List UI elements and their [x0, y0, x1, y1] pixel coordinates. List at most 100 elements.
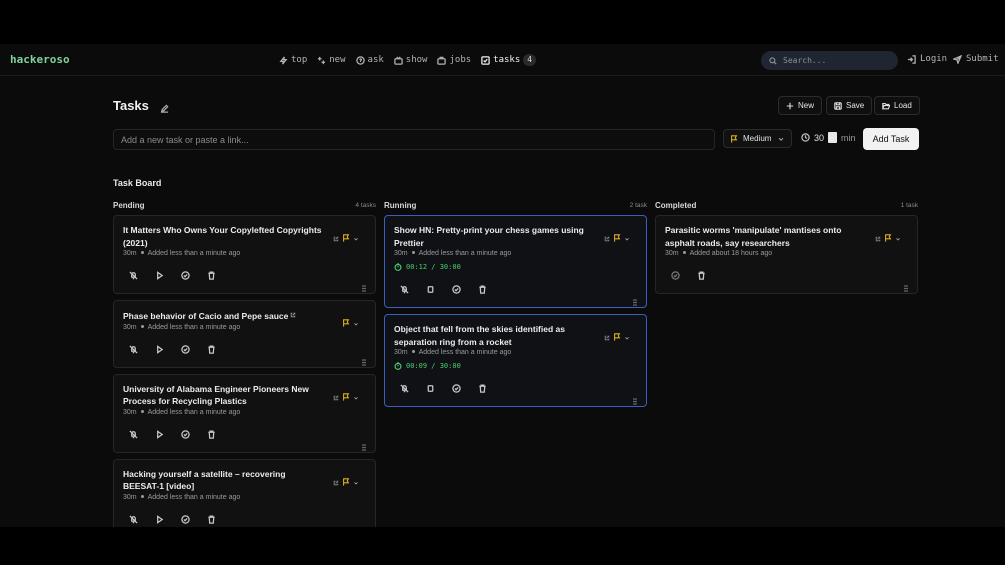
task-priority[interactable]: [333, 229, 359, 247]
start-button[interactable]: [155, 341, 164, 359]
task-priority[interactable]: [604, 229, 630, 247]
flag-icon: [614, 234, 621, 242]
login-link[interactable]: Login: [907, 54, 947, 64]
duration-value[interactable]: 30: [814, 133, 824, 143]
grip-icon: [633, 299, 637, 306]
chevron-down-icon: [354, 238, 358, 241]
trash-icon: [208, 271, 215, 280]
folder-open-icon: [882, 102, 890, 109]
delete-button[interactable]: [207, 511, 216, 528]
chevron-down-icon: [778, 137, 784, 141]
completed-indicator: [671, 267, 680, 285]
task-priority[interactable]: [333, 388, 359, 406]
complete-button[interactable]: [181, 341, 190, 359]
play-icon: [157, 344, 164, 354]
search-icon: [769, 56, 777, 65]
zap-icon: [279, 56, 288, 64]
external-link-icon: [333, 395, 339, 400]
nav-new[interactable]: new: [317, 54, 346, 66]
flag-icon: [885, 234, 892, 242]
mute-button[interactable]: [400, 281, 409, 299]
drag-handle[interactable]: [362, 353, 366, 366]
task-priority[interactable]: [604, 328, 630, 346]
bell-off-icon: [129, 271, 138, 280]
search-box[interactable]: [761, 51, 898, 70]
task-priority[interactable]: [342, 314, 359, 332]
delete-button[interactable]: [207, 426, 216, 444]
start-button[interactable]: [155, 267, 164, 285]
check-square-icon: [481, 55, 490, 65]
grip-icon: [904, 285, 908, 292]
task-meta: 30m Added about 18 hours ago: [665, 250, 773, 257]
priority-select[interactable]: Medium: [723, 129, 792, 148]
mute-button[interactable]: [129, 511, 138, 528]
stop-icon: [427, 286, 434, 293]
complete-button[interactable]: [452, 281, 461, 299]
trash-icon: [698, 271, 705, 280]
nav-show[interactable]: show: [394, 54, 427, 66]
task-card[interactable]: Show HN: Pretty-print your chess games u…: [384, 215, 647, 308]
complete-button[interactable]: [181, 426, 190, 444]
nav-top[interactable]: top: [279, 54, 307, 66]
trash-icon: [479, 384, 486, 393]
edit-title-button[interactable]: [160, 100, 169, 113]
task-card[interactable]: Hacking yourself a satellite – recoverin…: [113, 458, 376, 528]
task-actions: [123, 426, 366, 444]
external-link-icon: [875, 236, 881, 242]
task-card[interactable]: Parasitic worms 'manipulate' mantises on…: [655, 215, 918, 294]
task-actions: [665, 267, 908, 285]
brand-logo[interactable]: hackeroso: [10, 53, 70, 66]
new-button[interactable]: New: [778, 96, 823, 115]
submit-link[interactable]: Submit: [953, 54, 999, 64]
save-button[interactable]: Save: [826, 96, 873, 115]
mute-button[interactable]: [400, 380, 409, 398]
drag-handle[interactable]: [362, 279, 366, 292]
delete-button[interactable]: [478, 380, 487, 398]
task-card[interactable]: University of Alabama Engineer Pioneers …: [113, 373, 376, 453]
drag-handle[interactable]: [633, 293, 637, 306]
mute-button[interactable]: [129, 426, 138, 444]
column-pending: Pending 4 tasks It Matters Who Owns Your…: [113, 199, 376, 527]
task-actions: [123, 341, 366, 359]
external-link-icon: [333, 480, 339, 485]
mute-button[interactable]: [129, 341, 138, 359]
start-button[interactable]: [155, 426, 164, 444]
drag-handle[interactable]: [362, 523, 366, 528]
board-title: Task Board: [113, 178, 162, 188]
mute-button[interactable]: [129, 267, 138, 285]
nav-jobs[interactable]: jobs: [437, 54, 471, 66]
start-button[interactable]: [155, 511, 164, 528]
complete-button[interactable]: [452, 380, 461, 398]
duration-stepper[interactable]: [828, 132, 838, 143]
delete-button[interactable]: [207, 341, 216, 359]
task-card[interactable]: Phase behavior of Cacio and Pepe sauce 3…: [113, 300, 376, 368]
search-input[interactable]: [783, 56, 883, 65]
delete-button[interactable]: [697, 267, 706, 285]
complete-button[interactable]: [181, 511, 190, 528]
stop-button[interactable]: [426, 281, 435, 299]
drag-handle[interactable]: [362, 438, 366, 451]
task-card[interactable]: It Matters Who Owns Your Copylefted Copy…: [113, 215, 376, 294]
drag-handle[interactable]: [633, 392, 637, 405]
task-card[interactable]: Object that fell from the skies identifi…: [384, 314, 647, 407]
task-actions: [123, 511, 366, 528]
task-priority[interactable]: [333, 473, 359, 491]
add-task-button[interactable]: Add Task: [863, 128, 919, 150]
delete-button[interactable]: [207, 267, 216, 285]
column-header: Pending 4 tasks: [113, 200, 376, 210]
drag-handle[interactable]: [904, 279, 908, 292]
nav-tasks[interactable]: tasks 4: [481, 54, 537, 66]
task-meta: 30m Added less than a minute ago: [123, 408, 241, 416]
stop-button[interactable]: [426, 380, 435, 398]
load-button[interactable]: Load: [874, 96, 920, 115]
clock-icon: [801, 133, 810, 142]
nav-ask[interactable]: ask: [355, 54, 384, 66]
task-actions: [394, 380, 637, 398]
pencil-icon: [160, 104, 169, 113]
complete-button[interactable]: [181, 267, 190, 285]
top-nav-bar: hackeroso top new ask show jobs tasks 4 …: [0, 44, 1005, 76]
new-task-input[interactable]: [113, 129, 715, 150]
task-priority[interactable]: [875, 229, 901, 247]
plus-icon: [786, 102, 794, 109]
delete-button[interactable]: [478, 281, 487, 299]
